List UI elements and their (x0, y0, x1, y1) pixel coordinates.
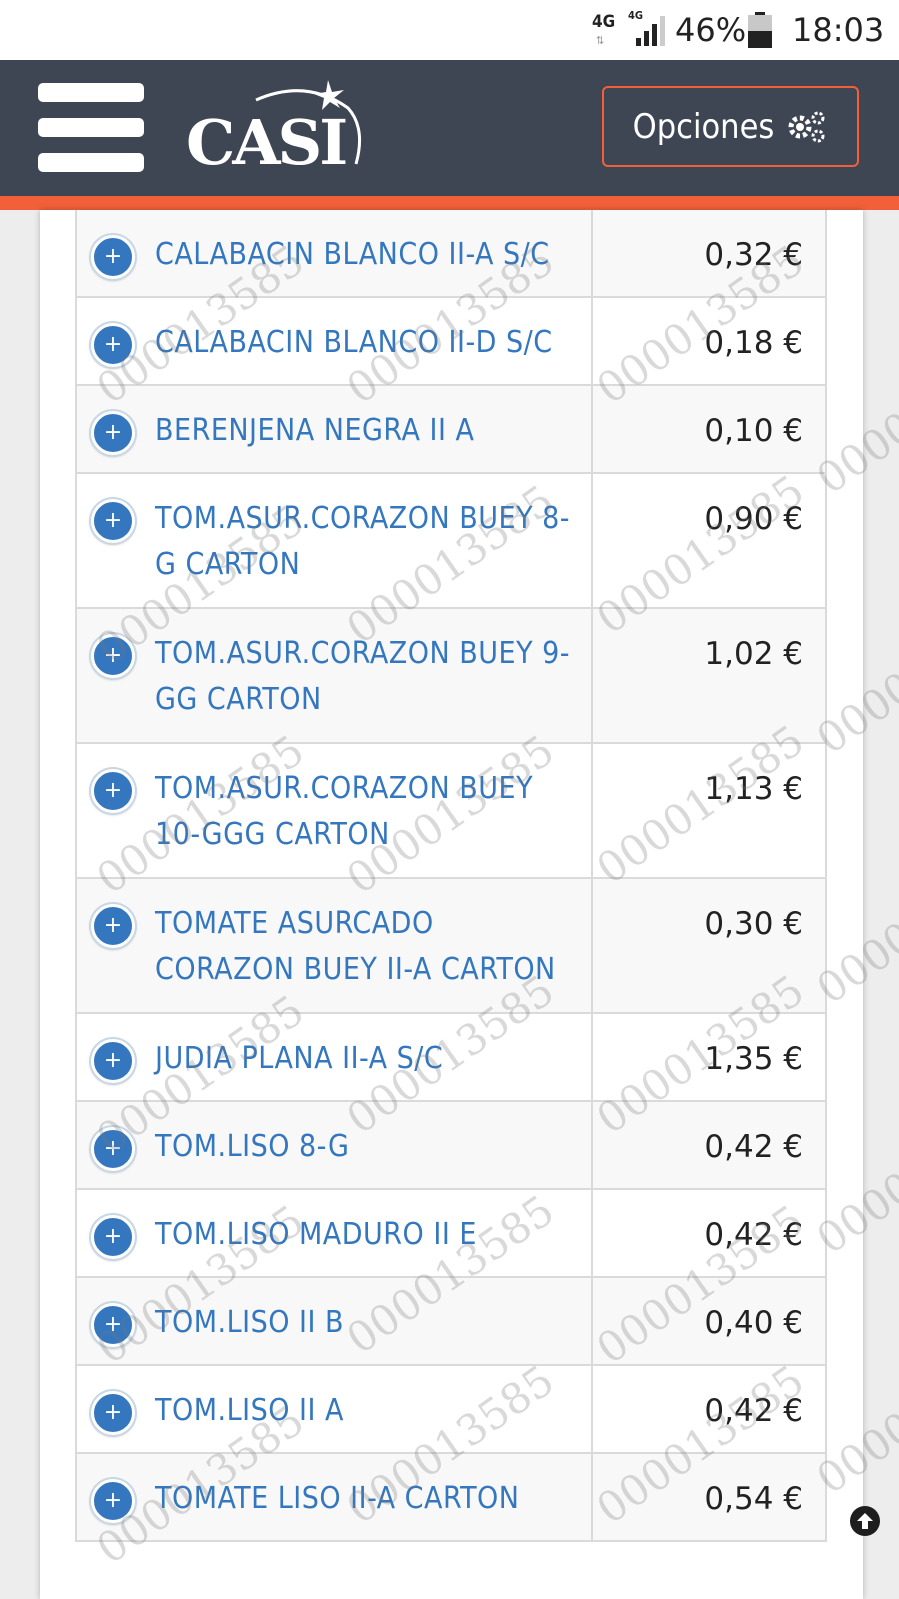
arrow-up-icon (857, 1513, 873, 1529)
column-divider (591, 1190, 593, 1276)
product-price: 1,02 € (704, 636, 803, 672)
product-price: 0,42 € (704, 1393, 803, 1429)
column-divider (591, 298, 593, 384)
product-row[interactable]: + TOMATE ASURCADO CORAZON BUEY II-A CARTO… (77, 879, 825, 1014)
expand-plus-icon[interactable]: + (91, 235, 135, 279)
column-divider (591, 1366, 593, 1452)
expand-plus-icon[interactable]: + (91, 769, 135, 813)
logo-text: CASI (186, 106, 348, 179)
product-row[interactable]: + TOM.ASUR.CORAZON BUEY 9-GG CARTON 1,02 € (77, 609, 825, 744)
expand-plus-icon[interactable]: + (91, 1039, 135, 1083)
column-divider (591, 609, 593, 742)
product-row[interactable]: + TOM.ASUR.CORAZON BUEY 8-G CARTON 0,90 € (77, 474, 825, 609)
menu-icon[interactable] (38, 83, 144, 173)
product-row[interactable]: + TOMATE LISO II-A CARTON 0,54 € (77, 1454, 825, 1542)
product-price-table: + CALABACIN BLANCO II-A S/C 0,32 € + CALABAC… (75, 210, 827, 1542)
product-name[interactable]: TOM.LISO 8-G (155, 1124, 575, 1170)
scroll-to-top-button[interactable] (850, 1506, 880, 1536)
product-name[interactable]: BERENJENA NEGRA II A (155, 408, 575, 454)
product-price: 0,30 € (704, 906, 803, 942)
product-name[interactable]: TOMATE ASURCADO CORAZON BUEY II-A CARTON (155, 901, 575, 993)
product-row[interactable]: + TOM.LISO II A 0,42 € (77, 1366, 825, 1454)
product-name[interactable]: TOM.LISO II A (155, 1388, 575, 1434)
column-divider (591, 1454, 593, 1540)
network-type: 4G (592, 12, 616, 32)
product-row[interactable]: + TOM.LISO MADURO II E 0,42 € (77, 1190, 825, 1278)
product-name[interactable]: TOM.LISO II B (155, 1300, 575, 1346)
product-name[interactable]: CALABACIN BLANCO II-D S/C (155, 320, 575, 366)
expand-plus-icon[interactable]: + (91, 634, 135, 678)
product-name[interactable]: TOM.ASUR.CORAZON BUEY 9-GG CARTON (155, 631, 575, 723)
product-price: 0,54 € (704, 1481, 803, 1517)
product-price: 0,90 € (704, 501, 803, 537)
product-price: 1,35 € (704, 1041, 803, 1077)
expand-plus-icon[interactable]: + (91, 1303, 135, 1347)
data-activity-icon: ⇅ (596, 34, 605, 47)
product-name[interactable]: TOM.LISO MADURO II E (155, 1212, 575, 1258)
product-price: 1,13 € (704, 771, 803, 807)
column-divider (591, 1014, 593, 1100)
header-accent-bar (0, 196, 899, 210)
column-divider (591, 1102, 593, 1188)
product-name[interactable]: TOM.ASUR.CORAZON BUEY 10-GGG CARTON (155, 766, 575, 858)
options-label: Opciones (632, 106, 775, 147)
expand-plus-icon[interactable]: + (91, 411, 135, 455)
product-name[interactable]: TOMATE LISO II-A CARTON (155, 1476, 575, 1522)
battery-icon (748, 12, 772, 48)
product-price: 0,10 € (704, 413, 803, 449)
options-button[interactable]: Opciones (602, 86, 859, 167)
expand-plus-icon[interactable]: + (91, 323, 135, 367)
expand-plus-icon[interactable]: + (91, 904, 135, 948)
column-divider (591, 1278, 593, 1364)
product-name[interactable]: TOM.ASUR.CORAZON BUEY 8-G CARTON (155, 496, 575, 588)
product-row[interactable]: + TOM.ASUR.CORAZON BUEY 10-GGG CARTON 1,13… (77, 744, 825, 879)
column-divider (591, 879, 593, 1012)
column-divider (591, 744, 593, 877)
expand-plus-icon[interactable]: + (91, 1215, 135, 1259)
product-price: 0,18 € (704, 325, 803, 361)
product-price: 0,40 € (704, 1305, 803, 1341)
product-row[interactable]: + TOM.LISO II B 0,40 € (77, 1278, 825, 1366)
column-divider (591, 210, 593, 296)
product-row[interactable]: + TOM.LISO 8-G 0,42 € (77, 1102, 825, 1190)
expand-plus-icon[interactable]: + (91, 1391, 135, 1435)
product-row[interactable]: + JUDIA PLANA II-A S/C 1,35 € (77, 1014, 825, 1102)
clock: 18:03 (792, 11, 885, 49)
product-name[interactable]: JUDIA PLANA II-A S/C (155, 1036, 575, 1082)
expand-plus-icon[interactable]: + (91, 1479, 135, 1523)
product-row[interactable]: + CALABACIN BLANCO II-D S/C 0,18 € (77, 298, 825, 386)
column-divider (591, 386, 593, 472)
casi-logo: CASI (186, 78, 376, 179)
product-row[interactable]: + BERENJENA NEGRA II A 0,10 € (77, 386, 825, 474)
signal-icon (636, 16, 665, 46)
battery-percent: 46% (675, 11, 747, 49)
expand-plus-icon[interactable]: + (91, 1127, 135, 1171)
product-price: 0,42 € (704, 1217, 803, 1253)
product-row[interactable]: + CALABACIN BLANCO II-A S/C 0,32 € (77, 210, 825, 298)
product-price: 0,32 € (704, 237, 803, 273)
expand-plus-icon[interactable]: + (91, 499, 135, 543)
gears-icon (788, 111, 825, 142)
product-name[interactable]: CALABACIN BLANCO II-A S/C (155, 232, 575, 278)
status-bar: 4G 4G ⇅ 46% 18:03 (0, 0, 899, 60)
product-price: 0,42 € (704, 1129, 803, 1165)
column-divider (591, 474, 593, 607)
